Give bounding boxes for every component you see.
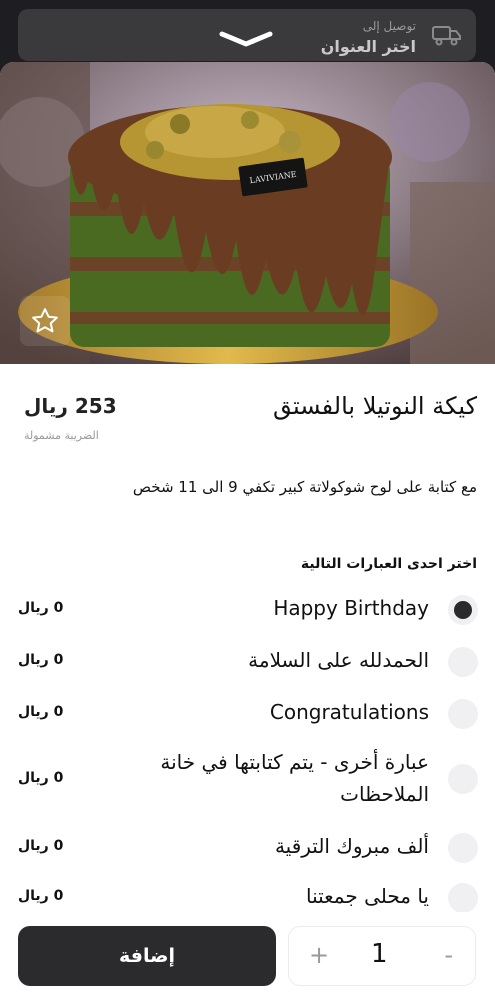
product-description: مع كتابة على لوح شوكولاتة كبير تكفي 9 ال…	[132, 478, 477, 496]
star-icon	[32, 308, 58, 333]
quantity-value: 1	[371, 939, 388, 969]
decrement-button[interactable]: -	[444, 941, 453, 969]
chevron-down-icon[interactable]	[218, 30, 274, 50]
option-radio[interactable]	[448, 883, 478, 913]
delivery-label: توصيل إلى	[362, 19, 416, 33]
product-sheet: LAVIVIANE كيكة النوتيلا بالفستق 253 ريال…	[0, 62, 495, 1000]
option-radio[interactable]	[448, 764, 478, 794]
option-price: 0 ريال	[18, 838, 64, 854]
option-label: يا محلى جمعتنا	[305, 884, 429, 908]
option-label: الحمدلله على السلامة	[248, 648, 429, 672]
tax-note: الضريبة مشمولة	[24, 429, 99, 442]
option-price: 0 ريال	[18, 888, 64, 904]
product-title: كيكة النوتيلا بالفستق	[272, 392, 477, 420]
favorite-button[interactable]	[20, 296, 70, 346]
option-radio[interactable]	[448, 833, 478, 863]
delivery-address-value[interactable]: اختر العنوان	[321, 37, 416, 56]
quantity-stepper: + 1 -	[288, 926, 476, 986]
options-section-title: اختر احدى العبارات التالية	[300, 556, 477, 572]
option-price: 0 ريال	[18, 600, 64, 616]
option-radio[interactable]	[448, 595, 478, 625]
option-label: ألف مبروك الترقية	[274, 834, 429, 858]
product-image: LAVIVIANE	[0, 62, 495, 364]
option-radio[interactable]	[448, 699, 478, 729]
truck-icon	[432, 26, 461, 46]
option-label: Congratulations	[269, 700, 429, 724]
option-price: 0 ريال	[18, 652, 64, 668]
option-label: Happy Birthday	[273, 596, 429, 620]
option-label: عبارة أخرى - يتم كتابتها في خانة الملاحظ…	[160, 750, 429, 806]
option-price: 0 ريال	[18, 704, 64, 720]
add-to-cart-button[interactable]: إضافة	[18, 926, 276, 986]
increment-button[interactable]: +	[309, 941, 329, 969]
add-to-cart-bar: إضافة + 1 -	[0, 912, 495, 1000]
option-radio[interactable]	[448, 647, 478, 677]
product-price: 253 ريال	[24, 394, 117, 418]
option-price: 0 ريال	[18, 770, 64, 786]
